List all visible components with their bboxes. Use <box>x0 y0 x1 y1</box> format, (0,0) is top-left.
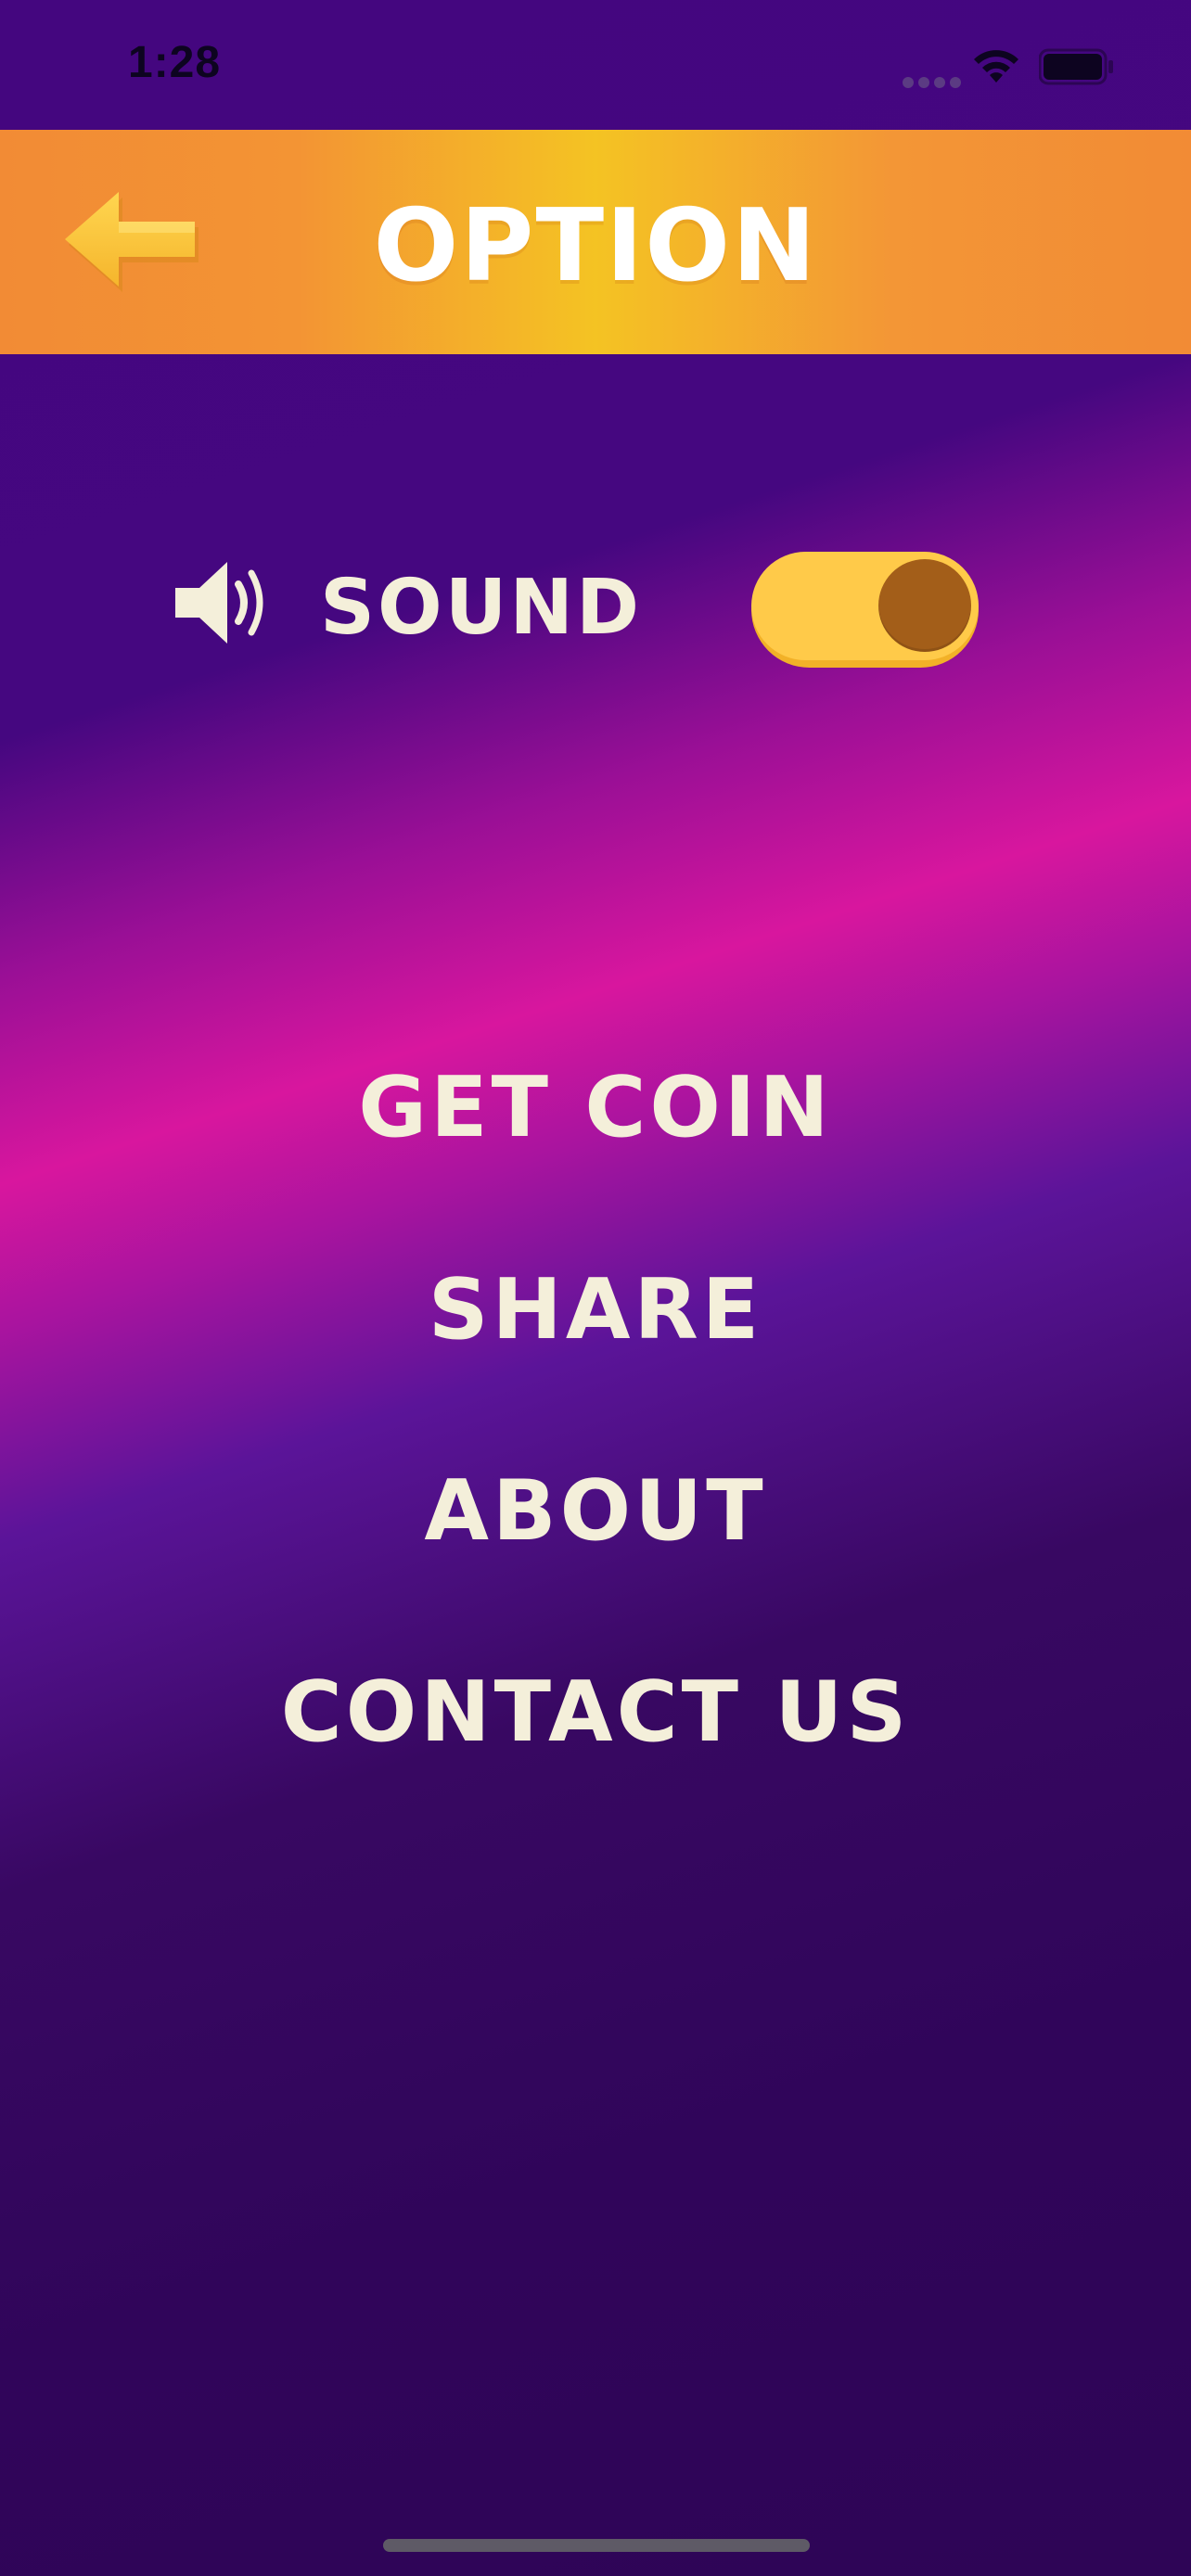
battery-icon <box>1039 48 1113 85</box>
toggle-track <box>751 552 979 660</box>
status-time: 1:28 <box>128 38 222 87</box>
toggle-knob <box>878 559 971 652</box>
home-indicator[interactable] <box>383 2539 810 2552</box>
status-bar: 1:28 <box>0 0 1191 130</box>
page-title: OPTION <box>373 188 818 304</box>
sound-setting-row: SOUND <box>0 538 1191 686</box>
sound-label: SOUND <box>320 564 643 652</box>
wifi-icon <box>974 50 1018 83</box>
header-bar: OPTION <box>0 130 1191 354</box>
cellular-dots-icon <box>903 74 966 92</box>
share-button[interactable]: SHARE <box>0 1269 1191 1352</box>
about-button[interactable]: ABOUT <box>0 1470 1191 1553</box>
sound-toggle[interactable] <box>751 552 979 668</box>
get-coin-button[interactable]: GET COIN <box>0 1066 1191 1150</box>
contact-us-button[interactable]: CONTACT US <box>0 1671 1191 1754</box>
speaker-icon <box>175 562 263 644</box>
